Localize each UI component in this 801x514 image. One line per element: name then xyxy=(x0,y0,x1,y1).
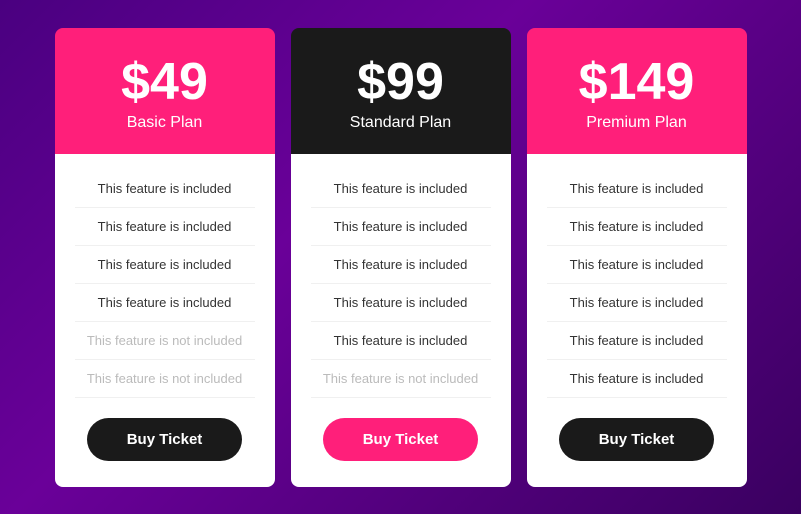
basic-buy-button[interactable]: Buy Ticket xyxy=(87,418,243,461)
basic-feature-0: This feature is included xyxy=(75,170,255,208)
basic-zigzag xyxy=(55,469,275,487)
standard-footer: Buy Ticket xyxy=(291,398,511,469)
basic-feature-1: This feature is included xyxy=(75,208,255,246)
basic-body: This feature is includedThis feature is … xyxy=(55,154,275,398)
standard-feature-3: This feature is included xyxy=(311,284,491,322)
premium-feature-0: This feature is included xyxy=(547,170,727,208)
standard-feature-2: This feature is included xyxy=(311,246,491,284)
basic-feature-2: This feature is included xyxy=(75,246,255,284)
standard-feature-5: This feature is not included xyxy=(311,360,491,398)
pricing-container: $49Basic PlanThis feature is includedThi… xyxy=(17,8,785,507)
basic-footer: Buy Ticket xyxy=(55,398,275,469)
card-basic: $49Basic PlanThis feature is includedThi… xyxy=(55,28,275,487)
premium-bottom: This feature is includedThis feature is … xyxy=(527,154,747,487)
premium-feature-3: This feature is included xyxy=(547,284,727,322)
basic-feature-5: This feature is not included xyxy=(75,360,255,398)
standard-plan-name: Standard Plan xyxy=(311,114,491,132)
card-standard: $99 Standard Plan This feature is included… xyxy=(291,28,511,487)
premium-buy-button[interactable]: Buy Ticket xyxy=(559,418,715,461)
premium-feature-2: This feature is included xyxy=(547,246,727,284)
standard-feature-0: This feature is included xyxy=(311,170,491,208)
premium-header: $149 Premium Plan xyxy=(527,28,747,154)
premium-zigzag xyxy=(527,469,747,487)
basic-feature-3: This feature is included xyxy=(75,284,255,322)
premium-feature-4: This feature is included xyxy=(547,322,727,360)
premium-feature-1: This feature is included xyxy=(547,208,727,246)
standard-feature-1: This feature is included xyxy=(311,208,491,246)
standard-body: This feature is includedThis feature is … xyxy=(291,154,511,398)
basic-header: $49 Basic Plan xyxy=(55,28,275,154)
premium-body: This feature is includedThis feature is … xyxy=(527,154,747,398)
standard-feature-4: This feature is included xyxy=(311,322,491,360)
basic-plan-name: Basic Plan xyxy=(75,114,255,132)
basic-bottom: This feature is includedThis feature is … xyxy=(55,154,275,487)
basic-feature-4: This feature is not included xyxy=(75,322,255,360)
premium-feature-5: This feature is included xyxy=(547,360,727,398)
standard-buy-button[interactable]: Buy Ticket xyxy=(323,418,479,461)
card-premium: $149 Premium Plan This feature is included… xyxy=(527,28,747,487)
premium-price: $149 xyxy=(547,56,727,108)
standard-bottom: This feature is includedThis feature is … xyxy=(291,154,511,487)
premium-plan-name: Premium Plan xyxy=(547,114,727,132)
standard-price: $99 xyxy=(311,56,491,108)
basic-price: $49 xyxy=(75,56,255,108)
standard-zigzag xyxy=(291,469,511,487)
premium-footer: Buy Ticket xyxy=(527,398,747,469)
standard-header: $99 Standard Plan xyxy=(291,28,511,154)
